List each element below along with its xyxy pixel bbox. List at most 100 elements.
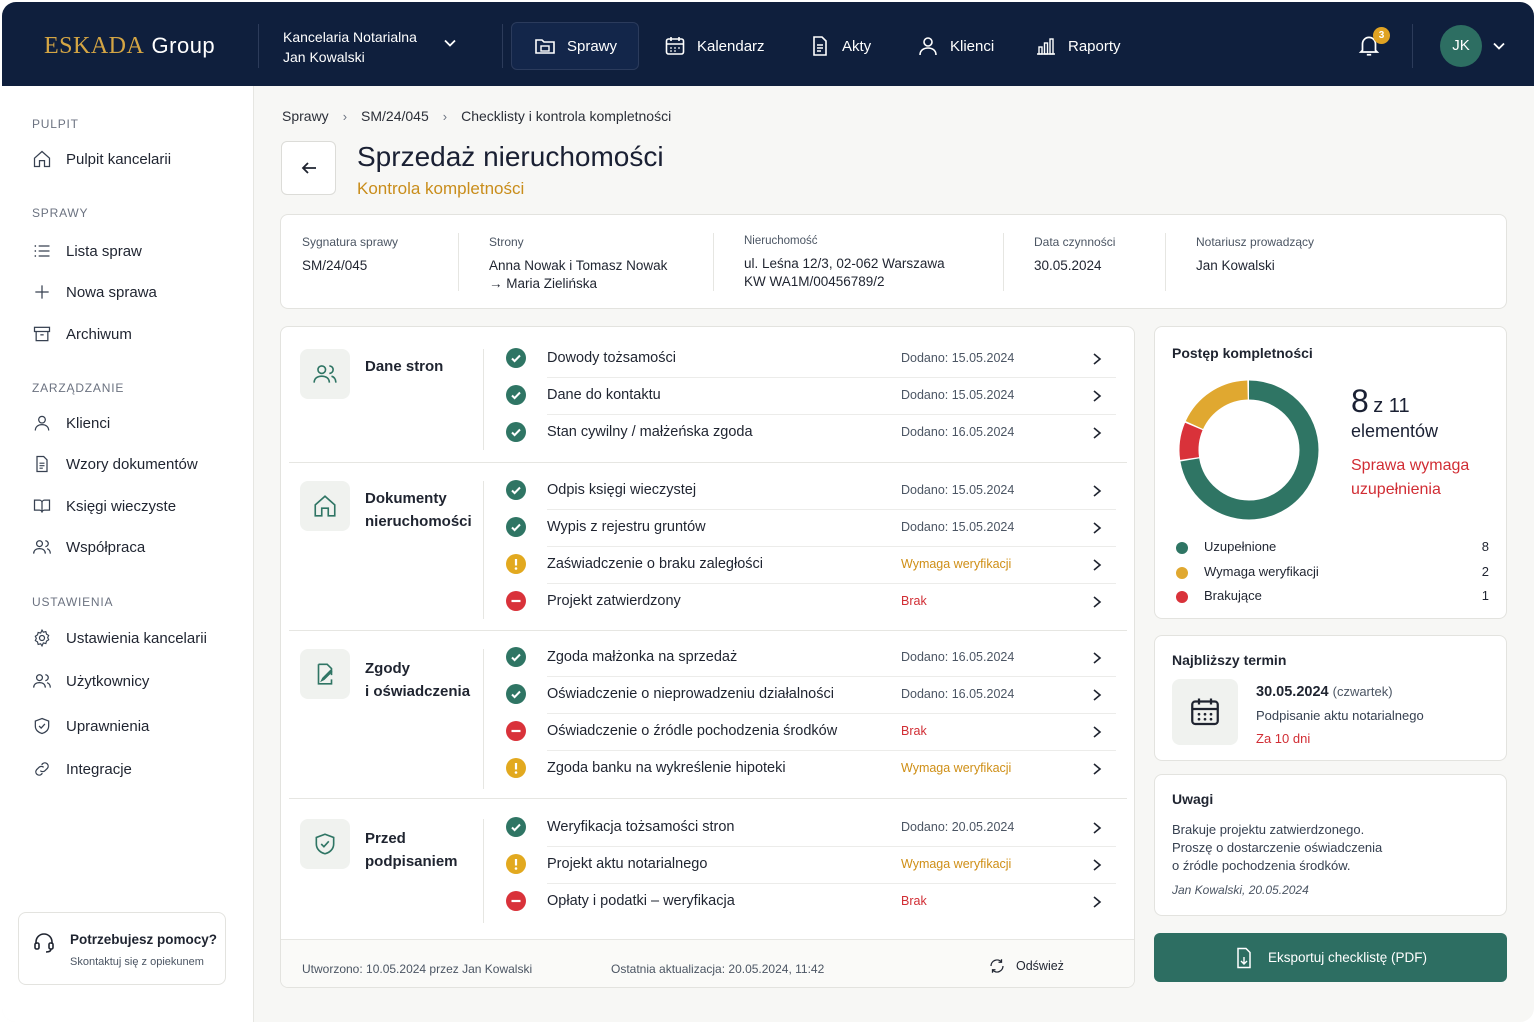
checklist-row[interactable]: Oświadczenie o źródle pochodzenia środkó…: [506, 714, 1118, 751]
checklist-row[interactable]: Zgoda banku na wykreślenie hipoteki Wyma…: [506, 751, 1118, 788]
breadcrumb-case[interactable]: SM/24/045: [361, 108, 429, 124]
group-title-line: podpisaniem: [365, 853, 458, 870]
document-icon: [36, 455, 48, 473]
divider: [1003, 233, 1004, 291]
group-title-line: Zgody: [365, 660, 410, 677]
item-label: Oświadczenie o źródle pochodzenia środkó…: [547, 723, 838, 739]
item-label: Projekt zatwierdzony: [547, 593, 681, 609]
chevron-right-icon: [1093, 763, 1102, 775]
sidebar-item-label: Integracje: [66, 760, 132, 778]
check-icon: [506, 385, 526, 405]
section-label: SPRAWY: [32, 206, 89, 220]
group-title-line: i oświadczenia: [365, 683, 471, 700]
item-status: Brak: [901, 594, 927, 608]
archive-box-icon: [33, 326, 51, 342]
item-status: Wymaga weryfikacji: [901, 761, 1012, 775]
sidebar-item-ustawienia[interactable]: Ustawienia kancelarii: [32, 628, 207, 648]
office-owner: Jan Kowalski: [283, 49, 365, 65]
breadcrumb-sprawy[interactable]: Sprawy: [282, 108, 329, 124]
item-label: Dowody tożsamości: [547, 350, 676, 366]
chevron-down-icon[interactable]: [443, 36, 457, 50]
checklist-row[interactable]: Odpis księgi wieczystej Dodano: 15.05.20…: [506, 473, 1118, 510]
checklist-row[interactable]: Projekt aktu notarialnego Wymaga weryfik…: [506, 847, 1118, 884]
item-status: Dodano: 16.05.2024: [901, 650, 1015, 664]
sidebar-item-ksiegi[interactable]: Księgi wieczyste: [32, 496, 176, 516]
sidebar-item-label: Nowa sprawa: [66, 283, 157, 301]
check-icon: [506, 647, 526, 667]
group-title: Zgody i oświadczenia: [365, 657, 485, 703]
checklist-row[interactable]: Zgoda małżonka na sprzedaż Dodano: 16.05…: [506, 640, 1118, 677]
signed-document-icon: [300, 649, 350, 699]
chevron-right-icon: ›: [442, 108, 448, 124]
sidebar-item-archiwum[interactable]: Archiwum: [32, 324, 132, 344]
sidebar-item-lista-spraw[interactable]: Lista spraw: [32, 241, 142, 261]
sidebar-item-klienci[interactable]: Klienci: [32, 413, 110, 433]
divider: [483, 349, 484, 450]
sidebar-item-label: Wzory dokumentów: [66, 455, 198, 473]
breadcrumb: Sprawy › SM/24/045 › Checklisty i kontro…: [282, 108, 671, 124]
sidebar-item-pulpit[interactable]: Pulpit kancelarii: [32, 149, 171, 169]
checklist-row[interactable]: Projekt zatwierdzony Brak: [506, 584, 1118, 621]
gear-icon: [34, 628, 50, 648]
deadline-title: Najbliższy termin: [1172, 652, 1287, 668]
sidebar-item-integracje[interactable]: Integracje: [32, 759, 132, 779]
info-data: Data czynności 30.05.2024: [1034, 235, 1115, 275]
sidebar-item-nowa-sprawa[interactable]: Nowa sprawa: [32, 282, 157, 302]
checklist-row[interactable]: Opłaty i podatki – weryfikacja Brak: [506, 884, 1118, 921]
office-selector[interactable]: Kancelaria Notarialna Jan Kowalski: [283, 27, 417, 67]
sidebar-item-label: Współpraca: [66, 538, 146, 556]
info-strony: Strony Anna Nowak i Tomasz Nowak → Maria…: [489, 235, 667, 293]
sidebar-item-wspolpraca[interactable]: Współpraca: [32, 537, 145, 557]
nav-sprawy[interactable]: Sprawy: [511, 22, 640, 70]
legend-value: 8: [1481, 539, 1489, 554]
info-sygnatura: Sygnatura sprawy SM/24/045: [302, 235, 398, 275]
checklist-row[interactable]: Zaświadczenie o braku zaległości Wymaga …: [506, 547, 1118, 584]
chevron-right-icon: [1093, 689, 1102, 701]
legend-dot: [1176, 567, 1188, 579]
users-icon: [300, 349, 350, 399]
updated-info: Ostatnia aktualizacja: 20.05.2024, 11:42: [611, 962, 825, 976]
group-divider: [289, 462, 1127, 463]
nav-raporty[interactable]: Raporty: [1013, 22, 1142, 70]
logo[interactable]: ESKADA Group: [44, 33, 215, 60]
warning-icon: [506, 758, 526, 778]
checklist-row[interactable]: Dowody tożsamości Dodano: 15.05.2024: [506, 341, 1118, 378]
avatar[interactable]: JK: [1440, 25, 1482, 67]
refresh-icon: [990, 959, 1004, 973]
help-box[interactable]: Potrzebujesz pomocy? Skontaktuj się z op…: [18, 912, 226, 985]
nav-kalendarz[interactable]: Kalendarz: [642, 22, 786, 70]
info-notariusz: Notariusz prowadzący Jan Kowalski: [1196, 235, 1314, 275]
back-button[interactable]: [281, 141, 336, 195]
group-title-line: Dokumenty: [365, 490, 447, 507]
item-status: Wymaga weryfikacji: [901, 557, 1012, 571]
top-navigation-bar: ESKADA Group Kancelaria Notarialna Jan K…: [2, 2, 1534, 86]
checklist-row[interactable]: Oświadczenie o nieprowadzeniu działalnoś…: [506, 677, 1118, 714]
open-book-icon: [33, 499, 51, 513]
sidebar-item-uzytkownicy[interactable]: Użytkownicy: [32, 671, 149, 691]
refresh-button[interactable]: Odśwież: [988, 957, 1064, 975]
nav-klienci[interactable]: Klienci: [895, 22, 1015, 70]
sidebar-item-label: Lista spraw: [66, 242, 142, 260]
checklist-row[interactable]: Stan cywilny / małżeńska zgoda Dodano: 1…: [506, 415, 1118, 452]
user-icon: [34, 415, 50, 431]
notification-badge: 3: [1373, 27, 1390, 44]
export-pdf-button[interactable]: Eksportuj checklistę (PDF): [1154, 933, 1507, 982]
progress-status-line: Sprawa wymaga: [1351, 457, 1470, 474]
check-icon: [506, 422, 526, 442]
missing-icon: [506, 721, 526, 741]
checklist-row[interactable]: Dane do kontaktu Dodano: 15.05.2024: [506, 378, 1118, 415]
sidebar-item-uprawnienia[interactable]: Uprawnienia: [32, 716, 149, 736]
chevron-down-icon[interactable]: [1492, 39, 1506, 53]
group-title: Dane stron: [365, 358, 444, 375]
progress-card: Postęp kompletności 8 z 11 elementów Spr…: [1154, 326, 1507, 619]
sidebar-item-wzory[interactable]: Wzory dokumentów: [32, 454, 198, 474]
chevron-right-icon: [1093, 390, 1102, 402]
users-icon: [33, 540, 51, 554]
sidebar-item-label: Klienci: [66, 414, 111, 432]
checklist-row[interactable]: Weryfikacja tożsamości stron Dodano: 20.…: [506, 810, 1118, 847]
progress-count: 8 z 11: [1351, 383, 1410, 420]
legend-label: Uzupełnione: [1204, 539, 1277, 554]
check-icon: [506, 480, 526, 500]
checklist-row[interactable]: Wypis z rejestru gruntów Dodano: 15.05.2…: [506, 510, 1118, 547]
nav-akty[interactable]: Akty: [787, 22, 892, 70]
